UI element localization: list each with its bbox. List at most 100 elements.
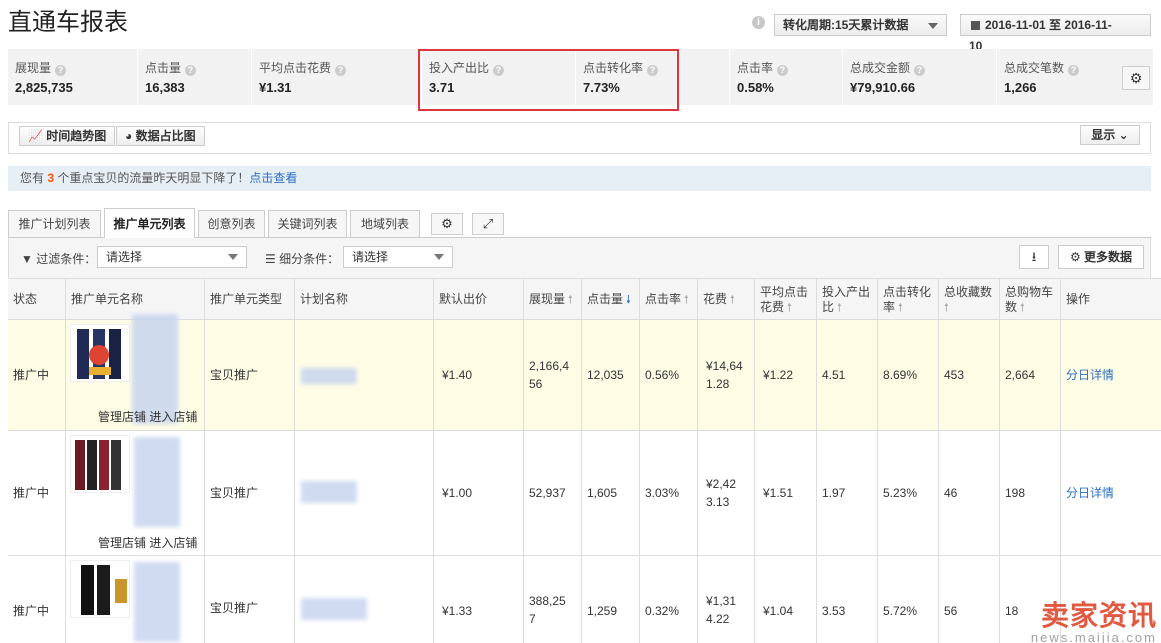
- help-icon[interactable]: ?: [185, 65, 197, 76]
- cell-impressions-line2: 7: [529, 612, 536, 626]
- metrics-settings-button[interactable]: ⚙: [1122, 66, 1150, 90]
- metric-value: ¥79,910.66: [850, 80, 916, 95]
- header-roi[interactable]: 投入产出比 🠕: [817, 279, 878, 321]
- header-avg-cpc[interactable]: 平均点击 花费 🠕: [755, 279, 817, 321]
- table-row: 推广中 管理店铺 进入店铺 宝贝推广 ¥1.00 52,937 1,605 3.…: [8, 431, 1161, 556]
- fullscreen-button[interactable]: ⤢: [472, 213, 504, 235]
- cell-unit-type: 宝贝推广: [205, 320, 295, 430]
- cell-unit-type: 宝贝推广: [205, 556, 295, 643]
- cell-cost-line2: 4.22: [706, 612, 730, 626]
- help-icon[interactable]: ?: [1068, 65, 1080, 76]
- display-toggle-button[interactable]: 显示 ⌄: [1080, 125, 1140, 145]
- conversion-period-label: 转化周期:15天累计数据: [783, 18, 909, 32]
- tab-creative-list[interactable]: 创意列表: [198, 210, 265, 238]
- help-icon[interactable]: ?: [335, 65, 347, 76]
- cell-roi: 1.97: [817, 431, 878, 555]
- cell-plan-name: [295, 431, 434, 555]
- metric-ctr[interactable]: 点击率? 0.58%: [730, 49, 843, 105]
- cell-default-bid: ¥1.00: [434, 431, 524, 555]
- filter-select[interactable]: 请选择: [97, 246, 247, 268]
- download-button[interactable]: ⭳: [1019, 245, 1049, 269]
- header-ctr[interactable]: 点击率 🠕: [640, 279, 698, 321]
- blurred-plan-name: [301, 368, 357, 384]
- notice-prefix: 您有: [20, 171, 45, 185]
- header-conversion-rate[interactable]: 点击转化率 🠕: [878, 279, 939, 321]
- header-cart[interactable]: 总购物车数 🠕: [1000, 279, 1061, 321]
- cell-impressions: 2,166,4 56: [524, 320, 582, 430]
- table-row: 推广中 管理店铺 进入店铺 宝贝推广 ¥1.40 2,166,4 56 12,03…: [8, 314, 1161, 431]
- info-icon[interactable]: i: [752, 16, 765, 29]
- header-avg-cpc-line2: 花费: [760, 300, 785, 314]
- header-impressions[interactable]: 展现量 🠕: [524, 279, 582, 321]
- cell-unit-name: 管理店铺 进入店铺: [66, 314, 205, 430]
- notice-link[interactable]: 点击查看: [249, 171, 297, 185]
- header-impressions-label: 展现量: [529, 292, 566, 306]
- header-cvr-line2: 率: [883, 300, 896, 314]
- pie-chart-icon: ◕: [125, 129, 133, 143]
- metric-value: 2,825,735: [15, 80, 73, 95]
- cell-conversion-rate: 8.69%: [878, 320, 939, 430]
- tab-keyword-list[interactable]: 关键词列表: [268, 210, 347, 238]
- tab-plan-list[interactable]: 推广计划列表: [8, 210, 101, 238]
- ratio-chart-button[interactable]: ◕ 数据占比图: [116, 126, 205, 146]
- header-cost-label: 花费: [703, 292, 728, 306]
- trend-chart-label: 时间趋势图: [46, 129, 107, 143]
- header-cart-line2: 数: [1005, 300, 1018, 314]
- daily-detail-link[interactable]: 分日详情: [1061, 320, 1161, 430]
- cell-avg-cpc: ¥1.04: [755, 556, 817, 643]
- help-icon[interactable]: ?: [777, 65, 789, 76]
- daily-detail-link[interactable]: [1061, 556, 1161, 643]
- metric-value: 16,383: [145, 80, 185, 95]
- shop-links[interactable]: 管理店铺 进入店铺: [98, 408, 197, 426]
- header-cost[interactable]: 花费 🠕: [698, 279, 755, 321]
- metric-impressions[interactable]: 展现量? 2,825,735: [8, 49, 138, 105]
- shop-links[interactable]: 管理店铺 进入店铺: [98, 534, 197, 552]
- blurred-plan-name: [301, 481, 357, 503]
- cell-plan-name: [295, 320, 434, 430]
- more-data-button[interactable]: ⚙ 更多数据: [1058, 245, 1144, 269]
- cell-status: 推广中: [8, 556, 66, 643]
- help-icon[interactable]: ?: [55, 65, 67, 76]
- sub-condition-select[interactable]: 请选择: [343, 246, 453, 268]
- header-clicks-label: 点击量: [587, 292, 624, 306]
- download-icon: ⭳: [1031, 249, 1037, 264]
- filter-bar: ▼ 过滤条件： 请选择 ☰ 细分条件： 请选择 ⭳ ⚙ 更多数据: [8, 238, 1151, 278]
- help-icon[interactable]: ?: [914, 65, 926, 76]
- header-status: 状态: [8, 279, 66, 321]
- date-range-picker[interactable]: 2016-11-01 至 2016-11- 10: [960, 14, 1151, 53]
- tab-region-list[interactable]: 地域列表: [350, 210, 420, 238]
- tab-unit-list[interactable]: 推广单元列表: [104, 208, 195, 239]
- product-thumbnail[interactable]: [70, 324, 130, 382]
- metric-label: 点击率: [737, 61, 774, 75]
- sort-up-icon: 🠕: [1020, 302, 1025, 314]
- notice-suffix: 个重点宝贝的流量昨天明显下降了！: [57, 171, 250, 185]
- header-plan-name: 计划名称: [295, 279, 434, 321]
- daily-detail-link[interactable]: 分日详情: [1061, 431, 1161, 555]
- cell-cost-line2: 3.13: [706, 495, 730, 509]
- cell-roi: 3.53: [817, 556, 878, 643]
- conversion-period-select[interactable]: 转化周期:15天累计数据: [774, 14, 947, 36]
- trend-chart-button[interactable]: 📈 时间趋势图: [19, 126, 116, 146]
- header-default-bid: 默认出价: [434, 279, 524, 321]
- product-thumbnail[interactable]: [70, 560, 130, 618]
- table-header: 状态 推广单元名称 推广单元类型▾ 计划名称 默认出价 展现量🠕 点击量🠗 点击…: [8, 278, 1161, 335]
- header-unit-type[interactable]: 推广单元类型▾: [205, 279, 295, 335]
- metric-clicks[interactable]: 点击量? 16,383: [138, 49, 252, 105]
- header-favorites[interactable]: 总收藏数 🠕: [939, 279, 1000, 321]
- chevron-down-icon: [928, 23, 938, 29]
- cell-cart: 198: [1000, 431, 1061, 555]
- metric-avg-cpc[interactable]: 平均点击花费? ¥1.31: [252, 49, 422, 105]
- cell-cost: ¥1,31 4.22: [698, 556, 755, 643]
- display-label: 显示: [1091, 128, 1116, 142]
- header-fav-line1: 总收藏数: [944, 285, 993, 299]
- metric-total-sales[interactable]: 总成交金额? ¥79,910.66: [843, 49, 997, 105]
- table-settings-button[interactable]: ⚙: [431, 213, 463, 235]
- header-clicks[interactable]: 点击量 🠗: [582, 279, 640, 321]
- cell-favorites: 56: [939, 556, 1000, 643]
- cell-unit-name: [66, 556, 205, 643]
- blurred-unit-name: [134, 562, 180, 642]
- header-avg-cpc-line1: 平均点击: [760, 285, 809, 299]
- filter-label-text: 过滤条件：: [36, 252, 97, 266]
- cell-cart: 18: [1000, 556, 1061, 643]
- product-thumbnail[interactable]: [70, 435, 130, 493]
